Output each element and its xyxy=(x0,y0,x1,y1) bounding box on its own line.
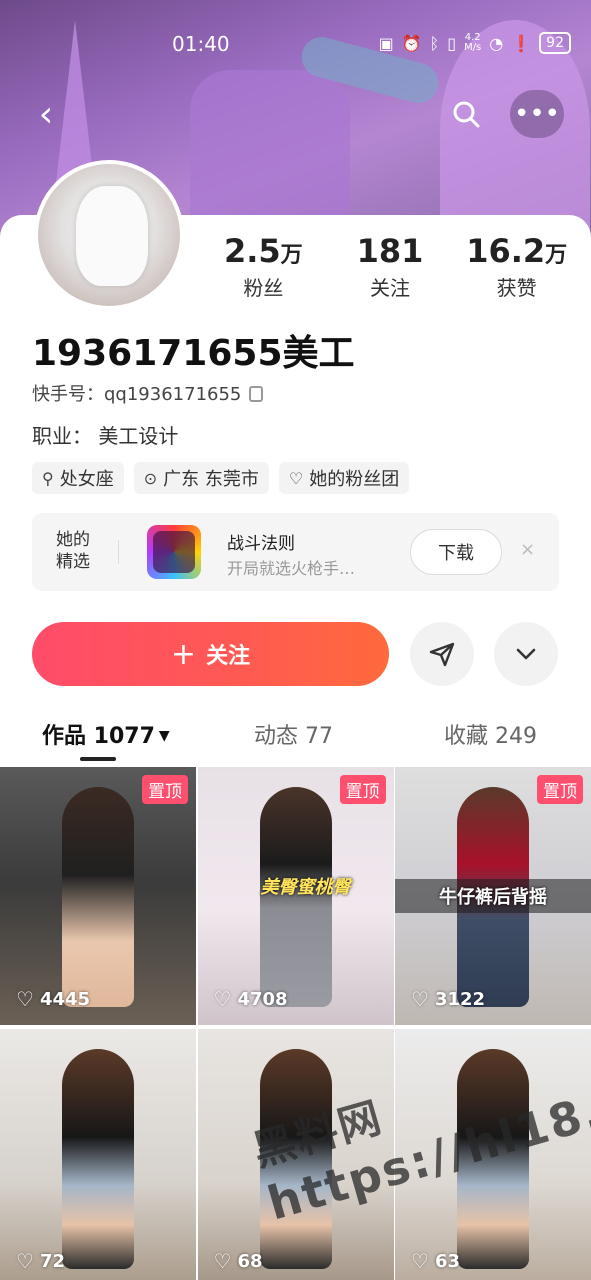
promo-subtitle: 开局就选火枪手… xyxy=(227,559,356,578)
wifi-icon: ◔ xyxy=(489,33,504,53)
location-pin-icon: ⊙ xyxy=(143,468,158,488)
download-button[interactable]: 下载 xyxy=(410,529,502,575)
like-count: ♡ 68 xyxy=(213,1249,263,1273)
content-tabs: 作品 1077 ▼ 动态 77 收藏 249 xyxy=(0,712,591,762)
pinned-badge: 置顶 xyxy=(339,775,386,804)
heart-icon: ♡ xyxy=(411,987,429,1011)
profile-tags: ⚲ 处女座 ⊙ 广东 东莞市 ♡ 她的粉丝团 xyxy=(32,462,410,494)
heart-icon: ♡ xyxy=(411,1249,429,1273)
video-thumb[interactable]: ♡ 72 xyxy=(0,1029,196,1280)
stat-following[interactable]: 181 关注 xyxy=(327,232,454,301)
tab-favorites[interactable]: 收藏 249 xyxy=(444,718,537,750)
status-bar: 01:40 ▣ ⏰ ᛒ ▯ 4.2 M/s ◔ ❗ 92 xyxy=(0,28,591,60)
tag-zodiac[interactable]: ⚲ 处女座 xyxy=(32,462,124,494)
tag-fan-group[interactable]: ♡ 她的粉丝团 xyxy=(278,462,410,494)
heart-outline-icon: ♡ xyxy=(288,468,304,488)
chevron-down-icon xyxy=(516,648,536,660)
stat-likes[interactable]: 16.2万 获赞 xyxy=(453,232,580,301)
copy-icon[interactable] xyxy=(249,386,264,402)
more-button[interactable]: ••• xyxy=(510,90,564,138)
heart-icon: ♡ xyxy=(213,1249,232,1273)
share-button[interactable] xyxy=(410,622,474,686)
job-info: 职业： 美工设计 xyxy=(32,424,179,448)
username: 1936171655美工 xyxy=(32,333,355,374)
banner-castle-shape xyxy=(190,70,350,220)
video-thumb[interactable]: 置顶 ♡ 4445 xyxy=(0,767,196,1025)
zodiac-icon: ⚲ xyxy=(42,468,54,488)
video-thumb-image xyxy=(62,787,134,1007)
pinned-badge: 置顶 xyxy=(142,775,188,804)
follow-button[interactable]: + 关注 xyxy=(32,622,389,686)
tab-works[interactable]: 作品 1077 ▼ xyxy=(42,718,170,750)
net-speed: 4.2 M/s xyxy=(464,32,482,53)
battery-indicator: 92 xyxy=(539,32,571,54)
back-button[interactable]: ‹ xyxy=(20,90,72,138)
like-count: ♡ 4708 xyxy=(213,987,288,1011)
search-icon xyxy=(453,101,480,128)
video-caption: 牛仔裤后背摇 xyxy=(395,879,591,913)
video-caption: 美臀蜜桃臀 xyxy=(260,877,351,898)
pinned-badge: 置顶 xyxy=(537,775,583,804)
like-count: ♡ 63 xyxy=(411,1249,460,1273)
vibrate-icon: ▯ xyxy=(447,33,457,53)
avatar[interactable] xyxy=(34,160,184,310)
nfc-icon: ▣ xyxy=(378,33,394,53)
video-thumb[interactable]: 置顶 美臀蜜桃臀 ♡ 4708 xyxy=(197,767,394,1025)
search-button[interactable] xyxy=(440,90,492,138)
like-count: ♡ 4445 xyxy=(16,987,91,1011)
user-id[interactable]: 快手号：qq1936171655 xyxy=(32,380,264,406)
heart-icon: ♡ xyxy=(16,1249,34,1273)
game-app-icon[interactable] xyxy=(147,525,201,579)
alert-icon: ❗ xyxy=(511,33,532,53)
promo-label: 她的精选 xyxy=(56,530,90,572)
send-icon xyxy=(429,642,455,667)
profile-stats: 2.5万 粉丝 181 关注 16.2万 获赞 xyxy=(200,232,580,301)
status-time: 01:40 xyxy=(172,32,230,56)
tab-moments[interactable]: 动态 77 xyxy=(254,718,333,750)
bluetooth-icon: ᛒ xyxy=(429,33,440,53)
promo-title: 战斗法则 xyxy=(227,534,295,554)
promo-divider xyxy=(118,540,119,564)
expand-button[interactable] xyxy=(494,622,558,686)
video-thumb-image xyxy=(62,1049,134,1269)
active-tab-indicator xyxy=(80,757,116,761)
stat-followers[interactable]: 2.5万 粉丝 xyxy=(200,232,327,301)
close-icon[interactable]: × xyxy=(520,539,535,560)
back-arrow-icon: ‹ xyxy=(38,93,54,135)
video-thumb[interactable]: 置顶 牛仔裤后背摇 ♡ 3122 xyxy=(395,767,591,1025)
more-dots-icon: ••• xyxy=(513,99,560,129)
featured-promo[interactable]: 她的精选 战斗法则 开局就选火枪手… 下载 × xyxy=(32,513,559,591)
alarm-icon: ⏰ xyxy=(401,33,422,53)
plus-icon: + xyxy=(170,636,197,672)
heart-icon: ♡ xyxy=(16,987,34,1011)
status-icons: ▣ ⏰ ᛒ ▯ 4.2 M/s ◔ ❗ 92 xyxy=(379,32,571,54)
like-count: ♡ 72 xyxy=(16,1249,65,1273)
heart-icon: ♡ xyxy=(213,987,232,1011)
avatar-bear-image xyxy=(76,186,148,286)
tag-location[interactable]: ⊙ 广东 东莞市 xyxy=(133,462,269,494)
like-count: ♡ 3122 xyxy=(411,987,486,1011)
caret-down-icon: ▼ xyxy=(158,728,170,744)
